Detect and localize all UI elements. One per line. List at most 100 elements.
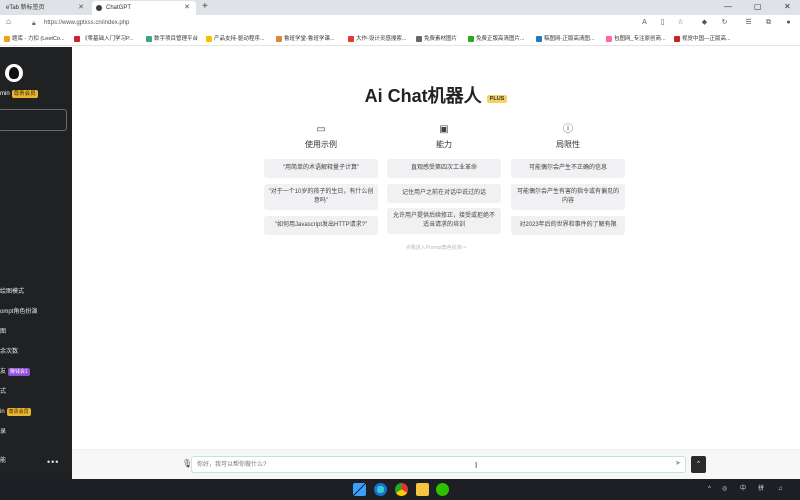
composer-bar: 🎙︎ ➤ ⌃ I	[72, 449, 800, 479]
sidebar-item-features[interactable]: 能	[0, 457, 6, 466]
column-label: 使用示例	[305, 140, 337, 149]
sidebar-item-prompt-roleplay[interactable]: ompt角色扮演	[0, 308, 37, 317]
sidebar-new-chat-box[interactable]	[0, 109, 67, 131]
bookmark-item[interactable]: 《零基础入门学习P...	[74, 32, 134, 46]
browser-tab-bar: eTab 新标签页 ✕ ChatGPT ✕ + — ▢ ✕	[0, 0, 800, 15]
wechat-icon[interactable]	[436, 483, 449, 496]
text-cursor-icon: I	[475, 461, 478, 470]
sidebar: min 尊贵会员 绘图模式 ompt角色扮演 图 余次数 友赚钱会1 式 in 尊贵…	[0, 47, 72, 479]
column-label: 能力	[436, 140, 452, 149]
sidebar-item-invite-friends[interactable]: 友赚钱会1	[0, 368, 30, 377]
limitation-card: 对2023年后的世界和事件的了解有限	[511, 216, 625, 235]
bookmark-item[interactable]: 包图网_专注原创商...	[606, 32, 666, 46]
bookmark-item[interactable]: 稿图网-正版高清图...	[536, 32, 594, 46]
reading-view-icon[interactable]: ▯	[658, 18, 667, 27]
column-capabilities-header: ▣ 能力	[387, 123, 501, 150]
user-info: min 尊贵会员	[0, 90, 38, 98]
minimize-button[interactable]: —	[724, 0, 732, 14]
maximize-button[interactable]: ▢	[754, 0, 762, 14]
sound-icon[interactable]: ♫	[778, 479, 783, 500]
bookmarks-bar: 题库 - 力扣 (LeetCo... 《零基础入门学习P... 数字项目管理平台…	[0, 32, 800, 46]
start-menu-icon[interactable]	[353, 483, 366, 496]
vip-badge: 尊贵会员	[6, 408, 31, 416]
limitation-card: 可能偶尔会产生有害的指令或有偏见的内容	[511, 184, 625, 210]
tab-close-icon[interactable]: ✕	[78, 1, 84, 15]
bookmark-icon	[146, 36, 152, 42]
windows-taskbar: ^ ◎ 中 拼 ♫	[0, 479, 800, 500]
capability-card: 允许用户提供后续修正，接受或拒绝不适当请求的培训	[387, 208, 501, 234]
sidebar-item-remaining-count[interactable]: 余次数	[0, 348, 18, 357]
file-explorer-icon[interactable]	[416, 483, 429, 496]
url-field[interactable]: 🔒︎ https://www.gptxss.cn/index.php	[30, 17, 510, 30]
bookmark-icon	[606, 36, 612, 42]
bookmark-icon	[536, 36, 542, 42]
chatgpt-favicon-icon	[96, 5, 102, 11]
chip-icon: ▣	[439, 124, 449, 135]
main-content: Ai Chat机器人 PLUS ▭ 使用示例 "用简单的术语解释量子计算" "对…	[72, 47, 800, 479]
bookmark-item[interactable]: 视觉中国—正版高...	[674, 32, 731, 46]
bookmark-icon	[416, 36, 422, 42]
bookmark-icon	[468, 36, 474, 42]
example-card[interactable]: "对于一个10岁的孩子的生日，有什么创意吗"	[264, 184, 378, 210]
extension-icon[interactable]: ◆	[700, 18, 709, 27]
example-card[interactable]: "如何用Javascript发出HTTP请求?"	[264, 216, 378, 235]
favorite-star-icon[interactable]: ☆	[676, 18, 685, 27]
scroll-up-button[interactable]: ⌃	[691, 456, 706, 473]
alert-icon: ⓘ	[563, 124, 573, 135]
plus-badge: PLUS	[486, 95, 508, 104]
bookmark-item[interactable]: 题库 - 力扣 (LeetCo...	[4, 32, 65, 46]
chrome-icon[interactable]	[395, 483, 408, 496]
bookmark-icon	[4, 36, 10, 42]
lock-icon: 🔒︎	[32, 20, 36, 27]
favorites-icon[interactable]: ☰	[744, 18, 753, 27]
bookmark-item[interactable]: 大作-设计灵感搜索...	[348, 32, 406, 46]
limitation-card: 可能偶尔会产生不正确的信息	[511, 159, 625, 178]
sidebar-item-login[interactable]: 录	[0, 428, 6, 437]
tab-new-tab-page[interactable]: eTab 新标签页 ✕	[0, 1, 90, 15]
sidebar-item-mode[interactable]: 式	[0, 388, 6, 397]
username: min	[0, 91, 10, 97]
edge-browser-icon[interactable]	[374, 483, 387, 496]
tray-expand-icon[interactable]: ^	[708, 479, 711, 500]
network-icon[interactable]: ◎	[722, 479, 727, 500]
tab-close-icon[interactable]: ✕	[184, 1, 190, 15]
send-icon[interactable]: ➤	[675, 459, 681, 467]
vip-badge: 尊贵会员	[11, 90, 38, 98]
avatar[interactable]	[5, 64, 23, 82]
example-card[interactable]: "用简单的术语解释量子计算"	[264, 159, 378, 178]
bookmark-item[interactable]: 免费正版高清图片...	[468, 32, 525, 46]
sidebar-item-admin[interactable]: in 尊贵会员	[0, 408, 31, 417]
column-label: 局限性	[556, 140, 580, 149]
bookmark-item[interactable]: 数字项目管理平台	[146, 32, 198, 46]
home-icon[interactable]: ⌂	[6, 17, 11, 26]
bookmark-item[interactable]: 鲁班学堂-鲁班学课...	[276, 32, 334, 46]
chat-icon: ▭	[316, 124, 326, 135]
profile-icon[interactable]: ●	[784, 18, 793, 27]
collections-icon[interactable]: ⧉	[764, 18, 773, 27]
close-window-button[interactable]: ✕	[784, 0, 791, 14]
new-tab-button[interactable]: +	[202, 0, 208, 14]
tab-label: eTab 新标签页	[6, 5, 45, 11]
more-options-icon[interactable]: •••	[47, 457, 59, 467]
sidebar-item-draw-mode[interactable]: 绘图模式	[0, 288, 24, 297]
tab-label: ChatGPT	[106, 5, 132, 11]
read-aloud-icon[interactable]: A	[640, 18, 649, 27]
address-bar-row: ⌂ 🔒︎ https://www.gptxss.cn/index.php A ▯…	[0, 15, 800, 32]
chat-input[interactable]	[191, 456, 686, 473]
prompt-roleplay-link[interactable]: 点我进入Prompt角色扮演->	[72, 244, 800, 251]
sidebar-item-image[interactable]: 图	[0, 328, 6, 337]
ime-pinyin-indicator[interactable]: 拼	[758, 479, 764, 500]
column-examples-header: ▭ 使用示例	[264, 123, 378, 150]
refresh-icon[interactable]: ↻	[720, 18, 729, 27]
bookmark-icon	[74, 36, 80, 42]
page-title: Ai Chat机器人 PLUS	[72, 82, 800, 108]
column-limitations-header: ⓘ 局限性	[511, 123, 625, 150]
bookmark-icon	[348, 36, 354, 42]
earn-badge: 赚钱会1	[8, 368, 30, 376]
capability-card: 记住用户之前在对话中说过的话	[387, 184, 501, 203]
bookmark-item[interactable]: 产品支持-驱动程序...	[206, 32, 264, 46]
capability-card: 直观感受第四次工业革命	[387, 159, 501, 178]
bookmark-item[interactable]: 免费素材图片	[416, 32, 457, 46]
tab-chatgpt[interactable]: ChatGPT ✕	[92, 1, 196, 15]
ime-chinese-indicator[interactable]: 中	[740, 479, 746, 500]
